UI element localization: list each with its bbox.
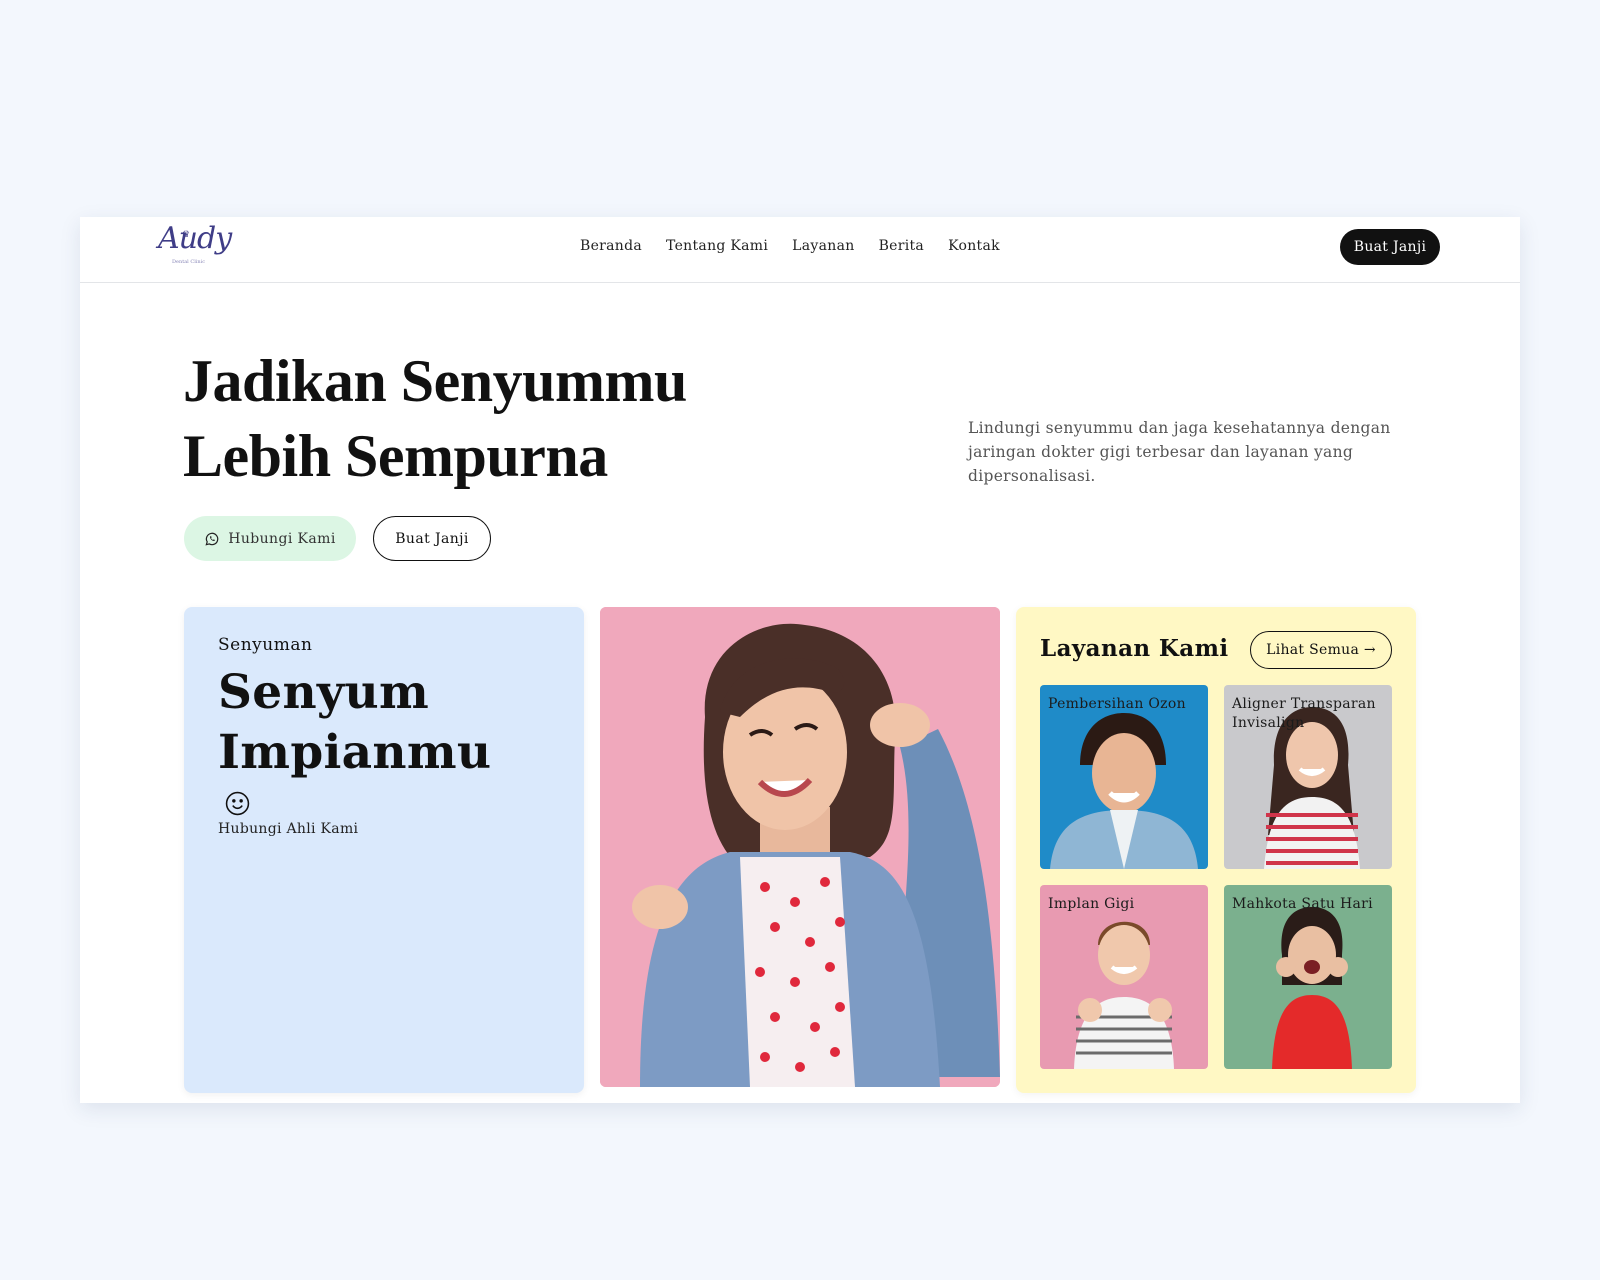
logo-subtitle: Dental Clinic bbox=[172, 259, 206, 265]
service-label: Pembersihan Ozon bbox=[1048, 696, 1186, 712]
smile-card-subtitle: Senyuman bbox=[218, 635, 313, 655]
hero-title-line2: Lebih Sempurna bbox=[183, 423, 608, 489]
hero-title: Jadikan Senyummu Lebih Sempurna bbox=[183, 344, 687, 494]
contact-expert-link[interactable]: Hubungi Ahli Kami bbox=[218, 821, 358, 837]
smiling-woman-photo bbox=[600, 607, 1000, 1087]
service-tile-dental-implant[interactable]: Implan Gigi bbox=[1040, 885, 1208, 1069]
services-title: Layanan Kami bbox=[1040, 635, 1229, 662]
smile-card: Senyuman Senyum Impianmu Hubungi Ahli Ka… bbox=[184, 607, 584, 1093]
whatsapp-button-label: Hubungi Kami bbox=[228, 530, 336, 547]
see-all-services-button[interactable]: Lihat Semua → bbox=[1250, 631, 1392, 669]
whatsapp-icon bbox=[205, 532, 219, 546]
hero-photo-card bbox=[600, 607, 1000, 1087]
nav-link-layanan[interactable]: Layanan bbox=[792, 238, 854, 254]
service-label: Aligner Transparan Invisalign bbox=[1232, 696, 1376, 731]
services-card: Layanan Kami Lihat Semua → Pembersihan O… bbox=[1016, 607, 1416, 1093]
nav-link-berita[interactable]: Berita bbox=[879, 238, 925, 254]
service-label: Mahkota Satu Hari bbox=[1232, 896, 1373, 912]
service-tile-invisalign[interactable]: Aligner Transparan Invisalign bbox=[1224, 685, 1392, 869]
nav-appointment-button[interactable]: Buat Janji bbox=[1340, 229, 1440, 265]
smile-card-title-line1: Senyum bbox=[218, 665, 430, 720]
smile-card-title-line2: Impianmu bbox=[218, 725, 492, 780]
service-tile-same-day-crown[interactable]: Mahkota Satu Hari bbox=[1224, 885, 1392, 1069]
nav-link-tentang-kami[interactable]: Tentang Kami bbox=[666, 238, 768, 254]
browser-frame: ♛ Audy Dental Clinic Beranda Tentang Kam… bbox=[80, 217, 1520, 1103]
hero-appointment-button[interactable]: Buat Janji bbox=[373, 516, 491, 561]
service-tile-ozone-cleaning[interactable]: Pembersihan Ozon bbox=[1040, 685, 1208, 869]
nav-links: Beranda Tentang Kami Layanan Berita Kont… bbox=[580, 238, 1000, 254]
smile-icon bbox=[225, 791, 250, 816]
brand-logo[interactable]: ♛ Audy Dental Clinic bbox=[158, 221, 232, 269]
hero-description: Lindungi senyummu dan jaga kesehatannya … bbox=[968, 419, 1391, 485]
service-label: Implan Gigi bbox=[1048, 896, 1135, 912]
hero-title-line1: Jadikan Senyummu bbox=[183, 348, 687, 414]
logo-text: Audy bbox=[158, 221, 232, 256]
smile-card-title: Senyum Impianmu bbox=[218, 663, 491, 783]
nav-link-beranda[interactable]: Beranda bbox=[580, 238, 642, 254]
nav-link-kontak[interactable]: Kontak bbox=[948, 238, 1000, 254]
whatsapp-contact-button[interactable]: Hubungi Kami bbox=[184, 516, 356, 561]
navbar: ♛ Audy Dental Clinic Beranda Tentang Kam… bbox=[80, 217, 1520, 283]
